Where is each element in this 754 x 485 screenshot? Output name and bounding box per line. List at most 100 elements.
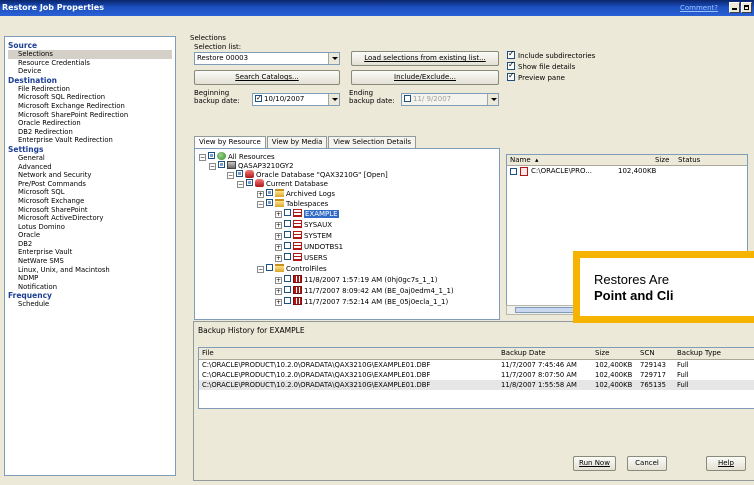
sidebar-item[interactable]: Network and Security [8,171,172,180]
tree-checkbox[interactable] [246,179,253,186]
minimize-icon[interactable] [729,2,740,13]
ending-date-picker[interactable]: 11/ 9/2007 [401,93,499,106]
tree-node[interactable]: +11/8/2007 1:57:19 AM (0hj0gc7s_1_1) [275,275,437,285]
sidebar-item[interactable]: Oracle [8,231,172,240]
tree-checkbox[interactable] [218,161,225,168]
cancel-button[interactable]: Cancel [627,456,667,471]
tree-checkbox[interactable] [284,275,291,282]
search-catalogs-button[interactable]: Search Catalogs... [194,70,340,85]
backup-history-table[interactable]: File Backup Date Size SCN Backup Type C:… [198,347,754,409]
sidebar-item[interactable]: Microsoft Exchange Redirection [8,102,172,111]
sidebar-item[interactable]: Notification [8,283,172,292]
expand-icon[interactable]: + [275,211,282,218]
sidebar-item[interactable]: NDMP [8,274,172,283]
tree-node[interactable]: + UNDOTBS1 [275,242,343,252]
tree-checkbox[interactable] [266,189,273,196]
tree-checkbox[interactable] [266,264,273,271]
expand-icon[interactable]: + [275,277,282,284]
column-file[interactable]: File [202,348,214,359]
table-row[interactable]: C:\ORACLE\PRODUCT\10.2.0\ORADATA\QAX3210… [199,370,754,380]
collapse-icon[interactable]: − [237,181,244,188]
sidebar-item[interactable]: Pre/Post Commands [8,180,172,189]
sidebar-item[interactable]: General [8,154,172,163]
expand-icon[interactable]: + [275,288,282,295]
preview-pane-checkbox[interactable]: Preview pane [507,71,565,83]
sidebar-item[interactable]: Enterprise Vault [8,248,172,257]
table-row[interactable]: C:\ORACLE\PRODUCT\10.2.0\ORADATA\QAX3210… [199,360,754,370]
sidebar-item[interactable]: File Redirection [8,85,172,94]
tree-checkbox[interactable] [284,253,291,260]
chevron-down-icon[interactable] [487,94,498,105]
tab-view-selection-details[interactable]: View Selection Details [328,136,417,148]
collapse-icon[interactable]: − [199,154,206,161]
resource-tree[interactable]: − All Resources − QASAP3210GY2− Oracle Datab… [194,148,500,320]
tree-node[interactable]: + EXAMPLE [275,209,339,219]
tree-node[interactable]: + SYSTEM [275,231,332,241]
column-size[interactable]: Size [595,348,609,359]
tree-checkbox[interactable] [284,220,291,227]
tree-checkbox[interactable] [208,152,215,159]
ending-date-checkbox[interactable] [404,95,411,102]
sidebar-item[interactable]: Schedule [8,300,172,309]
sidebar-item[interactable]: Microsoft SharePoint [8,206,172,215]
sidebar-item[interactable]: Resource Credentials [8,59,172,68]
tree-node[interactable]: − Current Database [237,179,328,189]
expand-icon[interactable]: + [275,222,282,229]
sidebar-item[interactable]: Microsoft SharePoint Redirection [8,111,172,120]
sidebar-item[interactable]: Linux, Unix, and Macintosh [8,266,172,275]
sidebar-item[interactable]: Selections [8,50,172,59]
sidebar-item[interactable]: Microsoft SQL Redirection [8,93,172,102]
tree-node[interactable]: − Tablespaces [257,199,328,209]
collapse-icon[interactable]: − [209,163,216,170]
load-selections-button[interactable]: Load selections from existing list... [351,51,499,66]
sidebar-item[interactable]: DB2 [8,240,172,249]
tree-node[interactable]: + SYSAUX [275,220,332,230]
collapse-icon[interactable]: − [257,266,264,273]
column-size[interactable]: Size [655,155,669,165]
sidebar-item[interactable]: Microsoft ActiveDirectory [8,214,172,223]
chevron-down-icon[interactable] [328,94,339,105]
beginning-date-picker[interactable]: 10/10/2007 [252,93,340,106]
tree-node[interactable]: − ControlFiles [257,264,327,274]
sidebar-item[interactable]: Oracle Redirection [8,119,172,128]
include-exclude-button[interactable]: Include/Exclude... [351,70,499,85]
tab-view-by-media[interactable]: View by Media [266,136,328,148]
sidebar-item[interactable]: Advanced [8,163,172,172]
include-subdirectories-checkbox[interactable]: Include subdirectories [507,49,595,61]
tree-checkbox[interactable] [284,297,291,304]
column-name[interactable]: Name [510,155,531,165]
run-now-button[interactable]: Run Now [573,456,616,471]
sidebar-item[interactable]: Device [8,67,172,76]
sidebar-item[interactable]: Microsoft Exchange [8,197,172,206]
expand-icon[interactable]: + [275,244,282,251]
sidebar-item[interactable]: Microsoft SQL [8,188,172,197]
tree-node[interactable]: + USERS [275,253,327,263]
help-button[interactable]: Help [706,456,746,471]
tree-node[interactable]: +11/7/2007 8:09:42 AM (BE_0aj0edm4_1_1) [275,286,454,296]
sidebar-item[interactable]: NetWare SMS [8,257,172,266]
chevron-down-icon[interactable] [328,53,339,64]
tree-node[interactable]: +11/7/2007 7:52:14 AM (BE_05j0ecla_1_1) [275,297,448,307]
maximize-icon[interactable] [741,2,752,13]
column-backup-type[interactable]: Backup Type [677,348,721,359]
tree-checkbox[interactable] [284,286,291,293]
tree-checkbox[interactable] [266,199,273,206]
tree-checkbox[interactable] [236,170,243,177]
expand-icon[interactable]: + [275,233,282,240]
sidebar-item[interactable]: DB2 Redirection [8,128,172,137]
tree-checkbox[interactable] [284,231,291,238]
beginning-date-checkbox[interactable] [255,93,262,104]
tree-checkbox[interactable] [284,242,291,249]
tree-node[interactable]: + Archived Logs [257,189,335,199]
comment-link[interactable]: Comment? [680,0,718,16]
list-item[interactable]: C:\ORACLE\PRO... 102,400KB [507,166,747,177]
sidebar-item[interactable]: Enterprise Vault Redirection [8,136,172,145]
expand-icon[interactable]: + [257,191,264,198]
row-checkbox[interactable] [510,168,517,175]
sidebar-item[interactable]: Lotus Domino [8,223,172,232]
collapse-icon[interactable]: − [227,172,234,179]
column-backup-date[interactable]: Backup Date [501,348,546,359]
column-status[interactable]: Status [678,155,700,165]
selection-list-dropdown[interactable]: Restore 00003 [194,52,340,65]
column-scn[interactable]: SCN [640,348,655,359]
